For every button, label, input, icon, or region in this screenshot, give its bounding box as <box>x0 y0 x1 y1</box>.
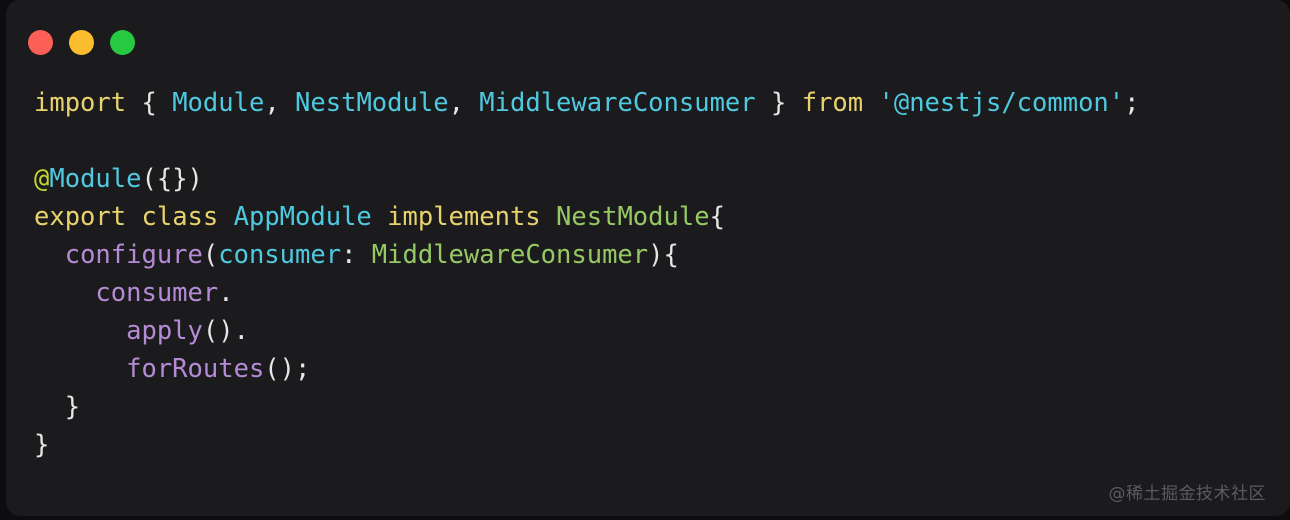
code-line: } <box>34 388 1290 426</box>
code-token: consumer <box>95 278 219 308</box>
code-line: } <box>34 426 1290 464</box>
code-token: { <box>141 88 157 118</box>
code-token: } <box>34 430 50 460</box>
code-token: ; <box>1124 88 1140 118</box>
close-window-button[interactable] <box>28 30 53 55</box>
code-token: @ <box>34 164 50 194</box>
code-token: ({}) <box>141 164 203 194</box>
code-token: (). <box>202 316 249 346</box>
code-line: consumer. <box>34 274 1290 312</box>
code-token: export <box>34 202 127 232</box>
code-token: NestModule <box>295 88 449 118</box>
code-token: (); <box>264 354 311 384</box>
code-token: NestModule <box>556 202 710 232</box>
code-token: ( <box>202 240 219 270</box>
code-token: apply <box>126 316 203 346</box>
minimize-window-button[interactable] <box>69 30 94 55</box>
code-line: configure(consumer: MiddlewareConsumer){ <box>34 236 1290 274</box>
code-token: MiddlewareConsumer <box>479 88 756 118</box>
code-token: } <box>771 88 787 118</box>
code-line: apply(). <box>34 312 1290 350</box>
code-snippet: import { Module, NestModule, MiddlewareC… <box>6 84 1290 464</box>
code-token: implements <box>387 202 541 232</box>
code-token: : <box>341 240 357 270</box>
code-line: ​ <box>34 122 1290 160</box>
code-token: Module <box>172 88 265 118</box>
code-token: ){ <box>648 240 679 270</box>
code-token: import <box>34 88 127 118</box>
code-line: @Module({}) <box>34 160 1290 198</box>
code-window: import { Module, NestModule, MiddlewareC… <box>6 0 1290 516</box>
code-token: '@nestjs/common' <box>878 88 1125 118</box>
code-line: forRoutes(); <box>34 350 1290 388</box>
code-token: configure <box>64 240 203 270</box>
code-token: Module <box>49 164 142 194</box>
code-token: , <box>448 88 464 118</box>
maximize-window-button[interactable] <box>110 30 135 55</box>
code-token: consumer <box>218 240 342 270</box>
code-line: import { Module, NestModule, MiddlewareC… <box>34 84 1290 122</box>
code-token: , <box>264 88 280 118</box>
screenshot-root: import { Module, NestModule, MiddlewareC… <box>0 0 1290 520</box>
watermark-label: @稀土掘金技术社区 <box>1108 484 1266 504</box>
code-token: from <box>801 88 864 118</box>
code-editor-area[interactable]: import { Module, NestModule, MiddlewareC… <box>6 84 1290 516</box>
code-token: AppModule <box>233 202 372 232</box>
code-token: MiddlewareConsumer <box>371 240 649 270</box>
code-token: . <box>218 278 234 308</box>
code-token: forRoutes <box>126 354 265 384</box>
window-controls <box>28 30 135 55</box>
code-token: { <box>709 202 725 232</box>
code-token: class <box>141 202 219 232</box>
code-line: export class AppModule implements NestMo… <box>34 198 1290 236</box>
window-title-bar <box>6 0 1290 84</box>
code-token: } <box>64 392 81 422</box>
